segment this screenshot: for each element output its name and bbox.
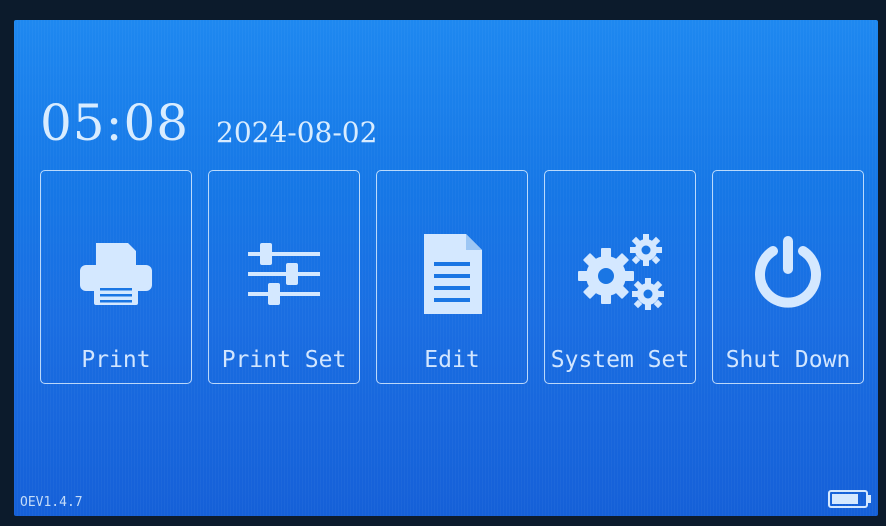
print-set-label: Print Set bbox=[221, 347, 347, 373]
edit-label: Edit bbox=[424, 347, 480, 373]
print-set-button[interactable]: Print Set bbox=[208, 170, 360, 384]
system-set-label: System Set bbox=[550, 347, 690, 373]
shut-down-label: Shut Down bbox=[725, 347, 851, 373]
firmware-version: OEV1.4.7 bbox=[20, 495, 83, 510]
gears-icon bbox=[545, 229, 695, 319]
edit-button[interactable]: Edit bbox=[376, 170, 528, 384]
print-label: Print bbox=[81, 347, 151, 373]
sliders-icon bbox=[209, 229, 359, 319]
printer-icon bbox=[41, 229, 191, 319]
lcd-screen: 05:08 2024-08-02 Print Print Set Edit Sy… bbox=[14, 20, 878, 516]
clock-time: 05:08 bbox=[40, 94, 190, 152]
device-bezel: 05:08 2024-08-02 Print Print Set Edit Sy… bbox=[0, 0, 886, 526]
print-button[interactable]: Print bbox=[40, 170, 192, 384]
shut-down-button[interactable]: Shut Down bbox=[712, 170, 864, 384]
power-icon bbox=[713, 229, 863, 319]
system-set-button[interactable]: System Set bbox=[544, 170, 696, 384]
battery-icon bbox=[828, 490, 872, 508]
clock-date: 2024-08-02 bbox=[216, 116, 378, 149]
document-icon bbox=[377, 229, 527, 319]
